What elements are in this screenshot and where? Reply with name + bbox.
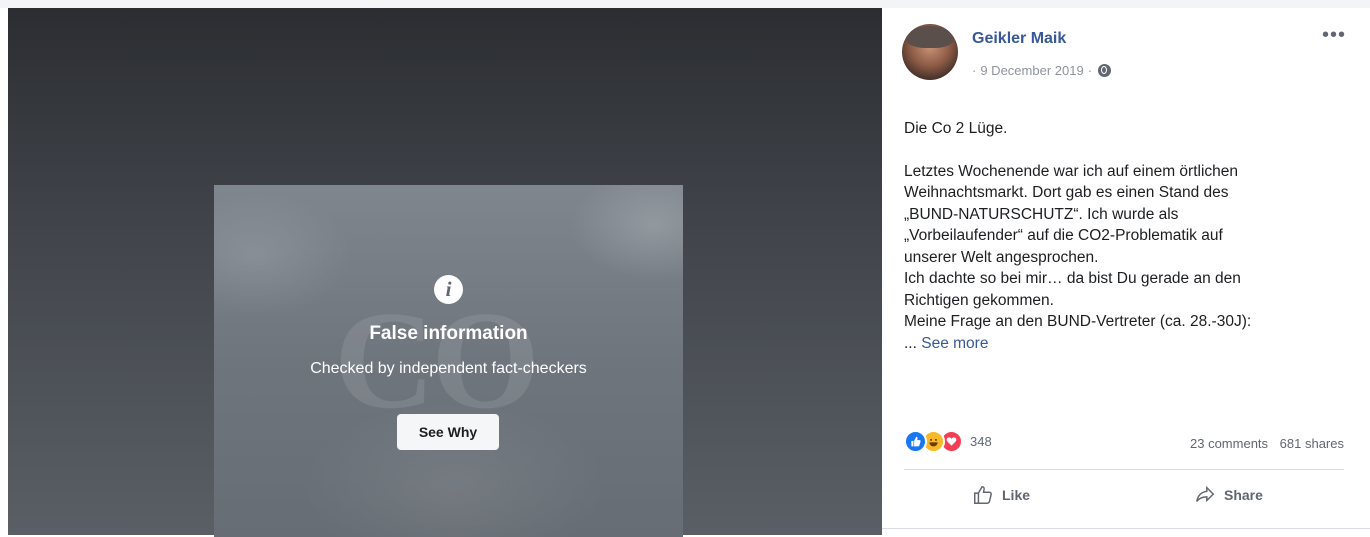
more-options-icon[interactable]: ••• <box>1322 25 1346 45</box>
see-why-button[interactable]: See Why <box>397 414 499 450</box>
bottom-divider <box>882 528 1370 529</box>
false-information-overlay: CO i False information Checked by indepe… <box>214 185 683 537</box>
author-name[interactable]: Geikler Maik <box>972 30 1066 48</box>
reaction-count: 348 <box>970 434 992 449</box>
divider <box>904 469 1344 470</box>
author-avatar[interactable] <box>902 24 958 80</box>
post-text-line: Meine Frage an den BUND-Vertreter (ca. 2… <box>904 313 1252 330</box>
share-label: Share <box>1224 487 1263 503</box>
thumbs-up-icon <box>974 486 992 504</box>
comments-count[interactable]: 23 comments <box>1190 436 1268 451</box>
like-label: Like <box>1002 487 1031 503</box>
see-more-line: ... See more <box>904 333 1348 355</box>
see-more-link[interactable]: See more <box>921 335 988 352</box>
overlay-title: False information <box>369 323 528 344</box>
post-text-line: Richtigen gekommen. <box>904 291 1054 309</box>
meta-separator: · <box>972 63 977 78</box>
post-text-line: Weihnachtsmarkt. Dort gab es einen Stand… <box>904 184 1229 201</box>
post-text-line: Letztes Wochenende war ich auf einem ört… <box>904 162 1239 180</box>
avatar-hair <box>906 26 954 48</box>
meta-separator: · <box>1087 63 1093 78</box>
top-border <box>0 0 1370 8</box>
like-button[interactable]: Like <box>972 484 1030 506</box>
globe-icon[interactable] <box>1098 64 1112 77</box>
post-text-line: „BUND-NATURSCHUTZ“. Ich wurde als <box>904 205 1179 223</box>
post-text-title: Die Co 2 Lüge. <box>904 120 1008 137</box>
post-text-line: unserer Welt angesprochen. <box>904 248 1099 266</box>
post-text: Die Co 2 Lüge. Letztes Wochenende war ic… <box>904 118 1348 354</box>
share-arrow-icon <box>1196 485 1215 503</box>
info-icon: i <box>434 275 463 304</box>
overlay-subtitle: Checked by independent fact-checkers <box>310 360 587 377</box>
share-button[interactable]: Share <box>1194 484 1263 506</box>
reaction-summary[interactable]: 348 <box>904 430 992 453</box>
post-sidebar: Geikler Maik · 9 December 2019 · ••• Die… <box>882 8 1370 535</box>
post-text-line: Ich dachte so bei mir… da bist Du gerade… <box>904 270 1241 287</box>
engagement-stats: 23 comments 681 shares <box>1182 436 1344 451</box>
ellipsis: ... <box>904 334 922 352</box>
post-text-line: „Vorbeilaufender“ auf die CO2-Problemati… <box>904 227 1223 244</box>
post-meta: · 9 December 2019 · <box>972 63 1112 78</box>
shares-count[interactable]: 681 shares <box>1280 436 1344 451</box>
like-reaction-icon <box>904 430 927 453</box>
media-area: CO i False information Checked by indepe… <box>8 8 882 537</box>
post-date[interactable]: 9 December 2019 <box>980 63 1083 78</box>
